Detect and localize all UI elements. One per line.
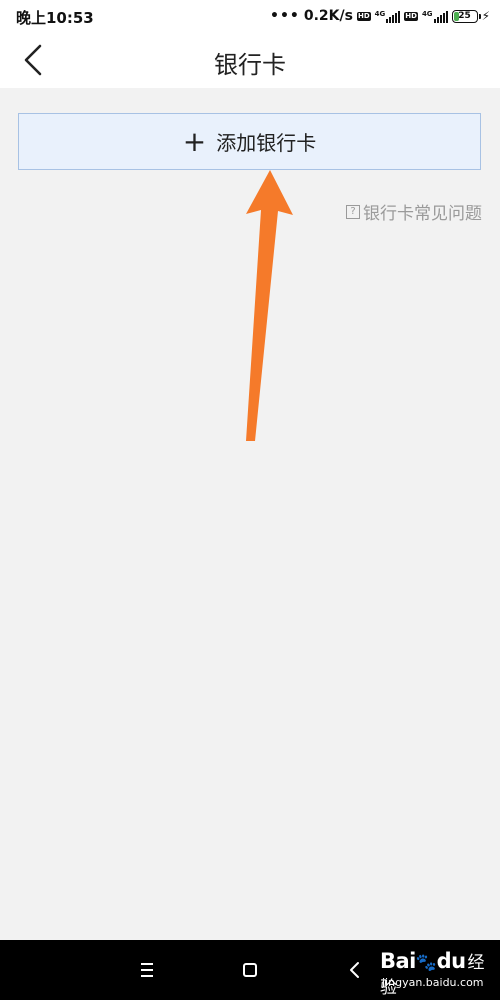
nav-back-button[interactable] xyxy=(340,956,370,984)
menu-icon xyxy=(141,963,153,977)
status-time: 晚上10:53 xyxy=(16,9,94,27)
nav-menu-button[interactable] xyxy=(132,956,162,984)
back-chevron-icon xyxy=(350,962,359,978)
signal-bars-icon xyxy=(433,10,448,23)
bank-card-faq-link[interactable]: ? 银行卡常见问题 xyxy=(346,199,482,224)
baidu-logo: Bai🐾du xyxy=(380,949,466,973)
battery-percent: 25 xyxy=(458,10,471,21)
faq-label: 银行卡常见问题 xyxy=(363,204,482,224)
watermark-url: jingyan.baidu.com xyxy=(382,976,484,989)
hd-badge-icon: HD xyxy=(404,11,418,21)
paw-icon: 🐾 xyxy=(415,953,437,973)
home-square-icon xyxy=(243,963,257,977)
add-bank-card-button[interactable]: + 添加银行卡 xyxy=(18,113,481,170)
network-type-label: 4G xyxy=(421,9,433,18)
title-bar: 银行卡 xyxy=(0,32,500,88)
charging-bolt-icon: ⚡ xyxy=(481,9,490,23)
signal-bars-icon xyxy=(386,10,401,23)
add-bank-card-label: 添加银行卡 xyxy=(216,131,317,155)
status-icons: ••• 0.2K/s HD 4G HD 4G 25 ⚡ xyxy=(270,6,490,26)
nav-home-button[interactable] xyxy=(235,956,265,984)
battery-icon: 25 xyxy=(451,9,481,23)
arrow-shape xyxy=(246,170,293,441)
status-bar: 晚上10:53 ••• 0.2K/s HD 4G HD 4G 25 ⚡ xyxy=(0,0,500,32)
plus-icon: + xyxy=(182,124,207,158)
network-speed: 0.2K/s xyxy=(303,8,353,24)
baidu-jingyan-watermark: Bai🐾du 经验 jingyan.baidu.com xyxy=(380,948,500,998)
network-type-label: 4G xyxy=(374,9,386,18)
question-box-icon: ? xyxy=(346,204,360,219)
signal-icon: 4G xyxy=(422,10,448,23)
signal-icon: 4G xyxy=(375,10,401,23)
notification-dots: ••• xyxy=(270,8,300,24)
hd-badge-icon: HD xyxy=(356,11,371,21)
page-title: 银行卡 xyxy=(214,51,286,79)
